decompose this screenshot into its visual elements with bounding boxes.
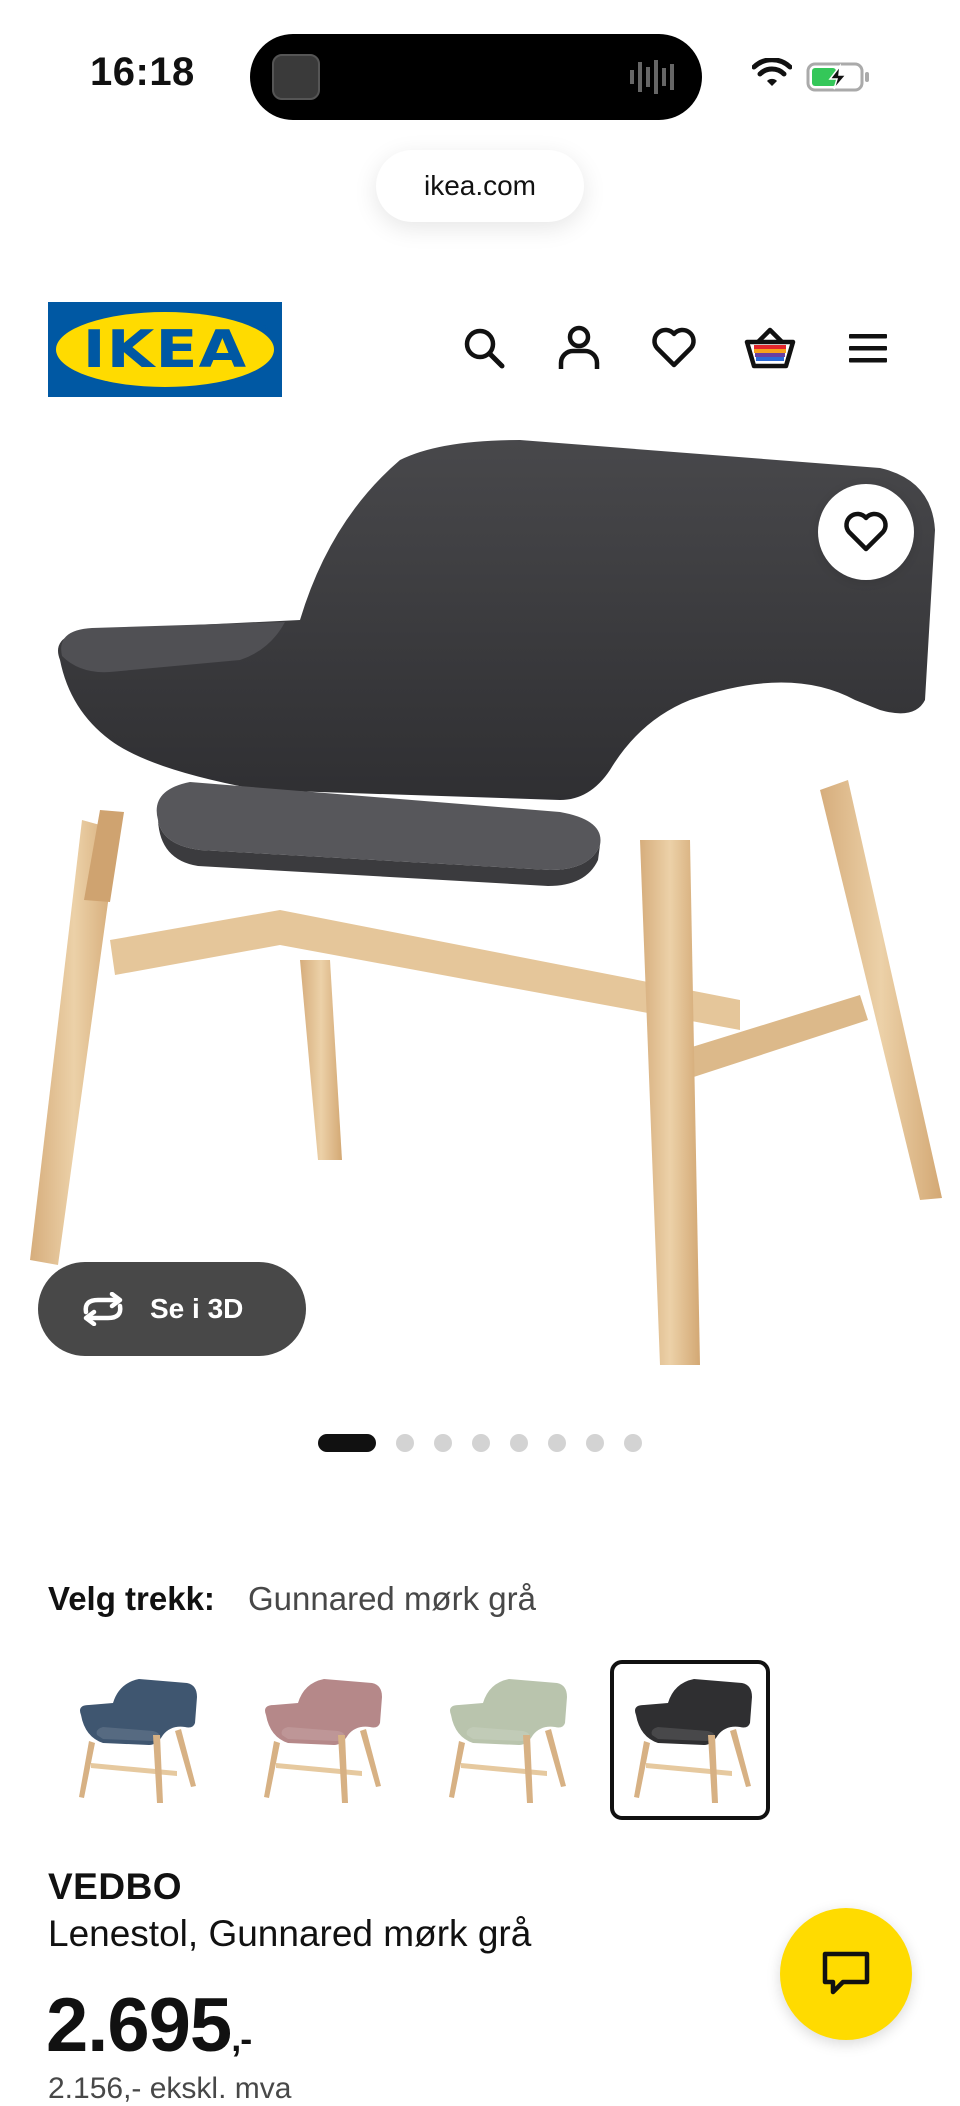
variant-swatch-selected[interactable] bbox=[610, 1660, 770, 1820]
variant-label: Velg trekk: bbox=[48, 1580, 215, 1617]
rotate-3d-icon bbox=[83, 1292, 123, 1326]
account-button[interactable] bbox=[549, 318, 609, 378]
browser-url-bar[interactable]: ikea.com bbox=[376, 150, 584, 222]
status-time: 16:18 bbox=[90, 50, 195, 94]
product-name: VEDBO bbox=[48, 1866, 183, 1907]
product-image[interactable] bbox=[0, 440, 960, 1400]
product-description: Lenestol, Gunnared mørk grå bbox=[48, 1913, 532, 1954]
chat-icon bbox=[822, 1951, 870, 1995]
favorites-button[interactable] bbox=[644, 318, 704, 378]
pagination-dot[interactable] bbox=[624, 1434, 642, 1452]
basket-button[interactable] bbox=[740, 318, 800, 378]
pagination-dot[interactable] bbox=[510, 1434, 528, 1452]
pagination-dot[interactable] bbox=[548, 1434, 566, 1452]
view-in-3d-label: Se i 3D bbox=[150, 1293, 244, 1324]
variant-chair-thumbnail bbox=[449, 1679, 567, 1803]
product-price: 2.695,- bbox=[46, 1982, 252, 2069]
pagination-dot[interactable] bbox=[586, 1434, 604, 1452]
heart-icon bbox=[844, 511, 888, 552]
basket-icon bbox=[744, 327, 796, 369]
chat-button[interactable] bbox=[780, 1908, 912, 2040]
price-value: 2.695 bbox=[46, 1983, 232, 2068]
variant-swatch[interactable] bbox=[240, 1660, 400, 1820]
price-suffix: ,- bbox=[231, 2018, 252, 2059]
search-button[interactable] bbox=[454, 318, 514, 378]
search-icon bbox=[464, 328, 505, 369]
pagination-dot-active[interactable] bbox=[318, 1434, 376, 1452]
account-icon bbox=[558, 325, 600, 369]
logo-text: IKEA bbox=[82, 319, 248, 380]
variant-chair-thumbnail bbox=[79, 1679, 197, 1803]
variant-swatch[interactable] bbox=[425, 1660, 585, 1820]
variant-selected-value: Gunnared mørk grå bbox=[248, 1580, 536, 1617]
add-to-favorites-button[interactable] bbox=[818, 484, 914, 580]
battery-charging-icon bbox=[806, 62, 869, 92]
heart-icon bbox=[652, 327, 696, 368]
pagination-dot[interactable] bbox=[472, 1434, 490, 1452]
variant-chair-thumbnail bbox=[264, 1679, 382, 1803]
pagination-dot[interactable] bbox=[396, 1434, 414, 1452]
price-excl-vat: 2.156,- ekskl. mva bbox=[48, 2072, 292, 2105]
view-in-3d-button[interactable]: Se i 3D bbox=[38, 1262, 306, 1356]
variant-swatch[interactable] bbox=[55, 1660, 215, 1820]
logo-registered-mark: ® bbox=[260, 324, 268, 335]
menu-icon bbox=[849, 334, 887, 363]
menu-button[interactable] bbox=[838, 318, 898, 378]
variant-chair-thumbnail bbox=[634, 1679, 752, 1803]
gallery-pagination bbox=[318, 1433, 642, 1453]
ikea-logo[interactable]: IKEA ® bbox=[48, 302, 282, 397]
now-playing-artwork bbox=[272, 54, 320, 100]
dynamic-island[interactable] bbox=[250, 34, 702, 120]
wifi-icon bbox=[752, 58, 792, 86]
audio-waveform-icon bbox=[630, 60, 674, 94]
pagination-dot[interactable] bbox=[434, 1434, 452, 1452]
